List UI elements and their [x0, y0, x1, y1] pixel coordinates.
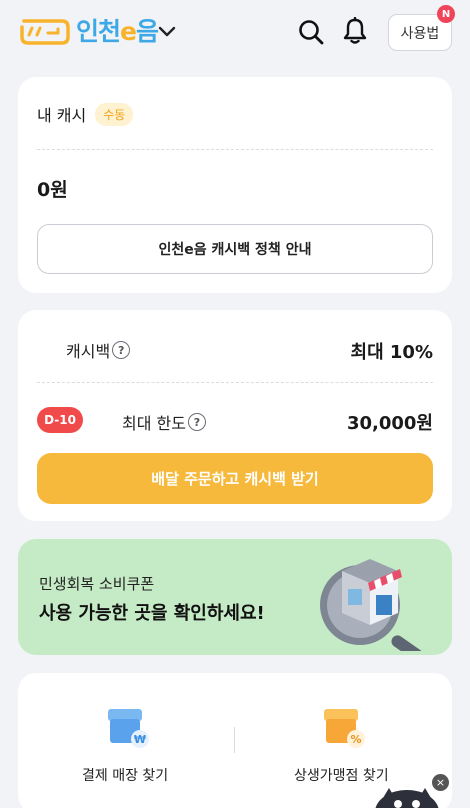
divider: [37, 149, 433, 150]
payment-store-icon[interactable]: ₩: [104, 705, 150, 749]
divider: [37, 382, 433, 383]
percent-badge: %: [350, 733, 361, 746]
partner-store-icon[interactable]: %: [320, 705, 366, 749]
my-cash-card: 내 캐시 수동 0원 인천e음 캐시백 정책 안내: [18, 77, 452, 293]
app-name: 인천e음: [76, 17, 159, 46]
mascot-icon[interactable]: [373, 786, 441, 808]
logo-card-icon: [20, 19, 70, 45]
chevron-down-icon[interactable]: [157, 23, 177, 39]
limit-label-row: 최대 한도 ?: [122, 410, 206, 434]
bell-icon[interactable]: [342, 17, 368, 45]
app-header: 인천e음 사용법 N: [0, 0, 470, 66]
limit-value: 30,000원: [346, 413, 433, 434]
help-icon[interactable]: ?: [112, 341, 131, 359]
limit-label: 최대 한도: [122, 414, 186, 433]
cashback-rate: 최대 10%: [350, 342, 433, 363]
cashback-card: 캐시백 ? 최대 10% D-10 최대 한도 ? 30,000원 배달 주문하…: [18, 310, 452, 521]
app-logo[interactable]: 인천e음: [18, 17, 159, 47]
find-partner-store-label[interactable]: 상생가맹점 찾기: [294, 765, 389, 785]
help-icon[interactable]: ?: [187, 413, 206, 431]
divider: [234, 727, 235, 753]
mode-badge: 수동: [95, 102, 134, 126]
won-badge: ₩: [134, 733, 146, 746]
cashback-label: 캐시백: [66, 342, 111, 361]
my-cash-header: 내 캐시 수동: [37, 102, 134, 126]
banner-title: 사용 가능한 곳을 확인하세요!: [39, 603, 265, 624]
cash-balance: 0원: [37, 179, 68, 201]
delivery-cashback-button[interactable]: 배달 주문하고 캐시백 받기: [37, 453, 433, 504]
search-icon[interactable]: [298, 19, 324, 45]
coupon-banner[interactable]: 민생회복 소비쿠폰 사용 가능한 곳을 확인하세요!: [18, 539, 452, 655]
store-magnifier-illustration: [320, 559, 424, 651]
new-badge: N: [437, 5, 455, 23]
my-cash-title: 내 캐시: [37, 106, 87, 125]
dday-badge: D-10: [37, 407, 83, 433]
banner-subtitle: 민생회복 소비쿠폰: [39, 575, 155, 593]
find-payment-store-label[interactable]: 결제 매장 찾기: [82, 765, 168, 785]
cashback-policy-button[interactable]: 인천e음 캐시백 정책 안내: [37, 224, 433, 274]
cashback-label-row: 캐시백 ?: [66, 338, 131, 362]
